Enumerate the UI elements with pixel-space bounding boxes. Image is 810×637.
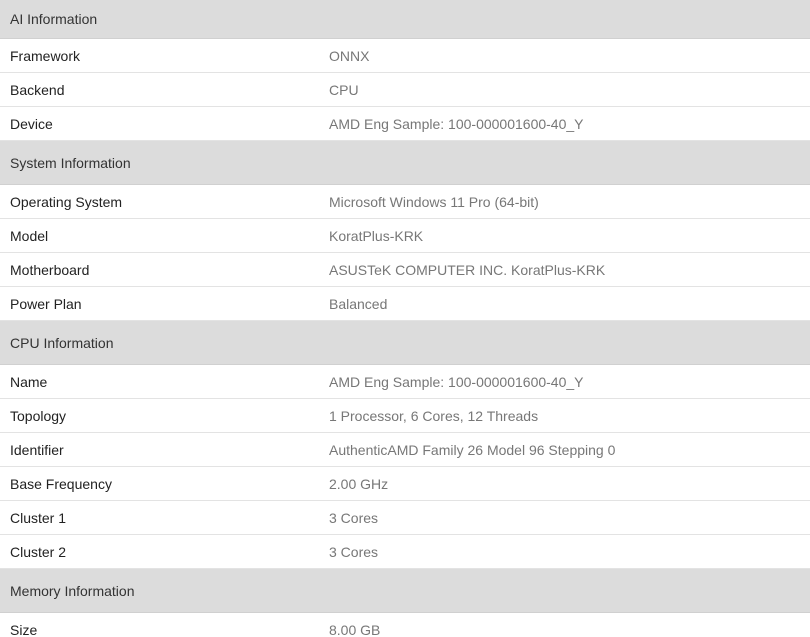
row-value: AMD Eng Sample: 100-000001600-40_Y <box>329 115 584 132</box>
row-label: Model <box>10 227 49 244</box>
table-row-motherboard: Motherboard ASUSTeK COMPUTER INC. KoratP… <box>0 253 810 287</box>
row-value: ONNX <box>329 47 370 64</box>
table-row-cluster-2: Cluster 2 3 Cores <box>0 535 810 569</box>
system-info-table: AI Information Framework ONNX Backend CP… <box>0 0 810 637</box>
table-row-name: Name AMD Eng Sample: 100-000001600-40_Y <box>0 365 810 399</box>
row-label: Cluster 1 <box>10 509 67 526</box>
table-row-cluster-1: Cluster 1 3 Cores <box>0 501 810 535</box>
row-value: 1 Processor, 6 Cores, 12 Threads <box>329 407 539 424</box>
section-header-memory-information: Memory Information <box>0 569 810 613</box>
section-title: CPU Information <box>10 334 114 351</box>
row-value: Balanced <box>329 295 388 312</box>
table-row-backend: Backend CPU <box>0 73 810 107</box>
row-value: 3 Cores <box>329 543 379 560</box>
table-row-topology: Topology 1 Processor, 6 Cores, 12 Thread… <box>0 399 810 433</box>
section-header-cpu-information: CPU Information <box>0 321 810 365</box>
row-value: 2.00 GHz <box>329 475 389 492</box>
section-title: AI Information <box>10 11 98 27</box>
row-label: Topology <box>10 407 67 424</box>
row-label: Cluster 2 <box>10 543 67 560</box>
section-header-system-information: System Information <box>0 141 810 185</box>
row-label: Operating System <box>10 193 123 210</box>
row-label: Size <box>10 621 38 637</box>
table-row-model: Model KoratPlus-KRK <box>0 219 810 253</box>
row-label: Motherboard <box>10 261 90 278</box>
table-row-identifier: Identifier AuthenticAMD Family 26 Model … <box>0 433 810 467</box>
row-label: Power Plan <box>10 295 82 312</box>
table-row-power-plan: Power Plan Balanced <box>0 287 810 321</box>
row-value: 3 Cores <box>329 509 379 526</box>
table-row-size: Size 8.00 GB <box>0 613 810 637</box>
row-value: ASUSTeK COMPUTER INC. KoratPlus-KRK <box>329 261 606 278</box>
row-label: Framework <box>10 47 81 64</box>
table-row-base-frequency: Base Frequency 2.00 GHz <box>0 467 810 501</box>
row-value: AuthenticAMD Family 26 Model 96 Stepping… <box>329 441 616 458</box>
row-value: AMD Eng Sample: 100-000001600-40_Y <box>329 373 584 390</box>
table-row-framework: Framework ONNX <box>0 39 810 73</box>
table-row-operating-system: Operating System Microsoft Windows 11 Pr… <box>0 185 810 219</box>
table-row-device: Device AMD Eng Sample: 100-000001600-40_… <box>0 107 810 141</box>
section-title: Memory Information <box>10 582 135 599</box>
row-label: Base Frequency <box>10 475 112 492</box>
row-label: Identifier <box>10 441 64 458</box>
row-value: 8.00 GB <box>329 621 381 637</box>
row-label: Name <box>10 373 48 390</box>
row-value: Microsoft Windows 11 Pro (64-bit) <box>329 193 539 210</box>
row-value: KoratPlus-KRK <box>329 227 424 244</box>
row-label: Device <box>10 115 53 132</box>
row-value: CPU <box>329 81 359 98</box>
section-title: System Information <box>10 154 131 171</box>
section-header-ai-information: AI Information <box>0 0 810 39</box>
row-label: Backend <box>10 81 65 98</box>
